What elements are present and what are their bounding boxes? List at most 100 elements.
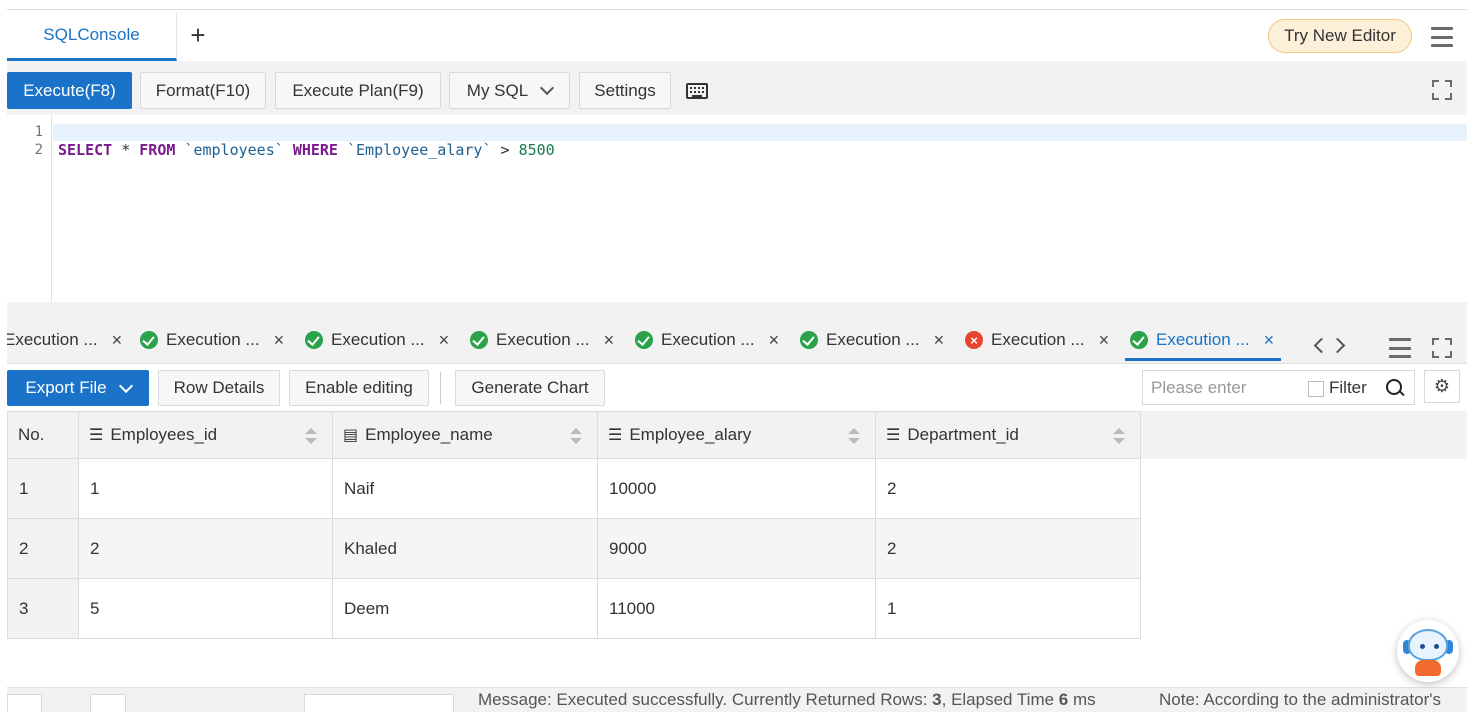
- table-cell[interactable]: Naif: [333, 459, 598, 519]
- code-line-2[interactable]: SELECT * FROM `employees` WHERE `Employe…: [58, 141, 555, 159]
- settings-button[interactable]: Settings: [579, 72, 671, 109]
- result-tab[interactable]: Execution ... ×: [305, 324, 449, 356]
- divider: [440, 372, 441, 404]
- result-tab-label: Execution ...: [331, 330, 425, 349]
- row-number: 2: [7, 519, 79, 579]
- execute-button[interactable]: Execute(F8): [7, 72, 132, 109]
- filter-checkbox[interactable]: [1308, 381, 1324, 397]
- table-row[interactable]: 2 2 Khaled 9000 2: [7, 519, 1141, 579]
- format-button[interactable]: Format(F10): [140, 72, 266, 109]
- chevron-down-icon: [540, 80, 555, 96]
- sort-icon[interactable]: [1113, 428, 1125, 444]
- result-tab[interactable]: × Execution ... ×: [965, 324, 1109, 356]
- column-header-label: No.: [18, 425, 45, 444]
- line-number: 2: [34, 142, 43, 158]
- result-tab-label: Execution ...: [7, 330, 98, 349]
- table-row[interactable]: 3 5 Deem 11000 1: [7, 579, 1141, 639]
- sort-icon[interactable]: [848, 428, 860, 444]
- column-header-employee-name[interactable]: ▤ Employee_name: [333, 411, 598, 459]
- text-icon: ▤: [343, 427, 359, 444]
- search-icon[interactable]: [1386, 379, 1404, 397]
- result-tab[interactable]: Execution ... ×: [470, 324, 614, 356]
- page-size-select[interactable]: [304, 694, 454, 712]
- close-icon[interactable]: ×: [112, 330, 123, 351]
- assistant-robot-icon[interactable]: [1397, 620, 1459, 682]
- execute-plan-button[interactable]: Execute Plan(F9): [275, 72, 441, 109]
- close-icon[interactable]: ×: [604, 330, 615, 351]
- filter-label: Filter: [1329, 378, 1367, 397]
- column-header-employees-id[interactable]: ☰ Employees_id: [79, 411, 333, 459]
- table-cell[interactable]: 5: [79, 579, 333, 639]
- tab-sqlconsole[interactable]: SQLConsole: [7, 12, 177, 61]
- result-tab-label: Execution ...: [166, 330, 260, 349]
- column-header-label: Employees_id: [110, 425, 218, 444]
- list-icon: ☰: [886, 427, 901, 444]
- success-icon: [140, 331, 158, 349]
- result-tab-label: Execution ...: [826, 330, 920, 349]
- close-icon[interactable]: ×: [439, 330, 450, 351]
- result-tab[interactable]: Execution ... ×: [7, 324, 122, 356]
- search-box: Filter: [1142, 370, 1415, 405]
- fullscreen-icon[interactable]: [1432, 80, 1452, 100]
- chevron-left-icon[interactable]: [1313, 337, 1330, 354]
- close-icon[interactable]: ×: [769, 330, 780, 351]
- export-file-button[interactable]: Export File: [7, 370, 149, 406]
- column-header-employee-alary[interactable]: ☰ Employee_alary: [598, 411, 876, 459]
- elapsed-label: , Elapsed Time: [941, 690, 1059, 709]
- sql-editor[interactable]: 1 2 SELECT * FROM `employees` WHERE `Emp…: [7, 115, 1467, 302]
- table-row[interactable]: 1 1 Naif 10000 2: [7, 459, 1141, 519]
- column-header-department-id[interactable]: ☰ Department_id: [876, 411, 1141, 459]
- fullscreen-icon[interactable]: [1432, 338, 1452, 358]
- table-cell[interactable]: 1: [876, 579, 1141, 639]
- table-cell[interactable]: 2: [79, 519, 333, 579]
- dialect-select[interactable]: My SQL: [449, 72, 570, 109]
- table-header: No. ☰ Employees_id ▤ Employee_name ☰ Emp…: [7, 411, 1467, 459]
- list-icon: ☰: [608, 427, 623, 444]
- close-icon[interactable]: ×: [274, 330, 285, 351]
- try-new-editor-button[interactable]: Try New Editor: [1268, 19, 1412, 53]
- status-message-text: Message: Executed successfully. Currentl…: [478, 690, 933, 709]
- result-tab-label: Execution ...: [1156, 330, 1250, 349]
- hamburger-menu-icon[interactable]: [1431, 26, 1453, 48]
- enable-editing-button[interactable]: Enable editing: [289, 370, 429, 406]
- sort-icon[interactable]: [570, 428, 582, 444]
- result-tab[interactable]: Execution ... ×: [635, 324, 779, 356]
- table-cell[interactable]: 9000: [598, 519, 876, 579]
- table-cell[interactable]: 1: [79, 459, 333, 519]
- close-icon[interactable]: ×: [934, 330, 945, 351]
- table-cell[interactable]: Deem: [333, 579, 598, 639]
- close-icon[interactable]: ×: [1099, 330, 1110, 351]
- table-cell[interactable]: 10000: [598, 459, 876, 519]
- hamburger-menu-icon[interactable]: [1389, 337, 1411, 359]
- result-tab-active[interactable]: Execution ... ×: [1130, 324, 1274, 356]
- row-number: 3: [7, 579, 79, 639]
- row-number: 1: [7, 459, 79, 519]
- table-cell[interactable]: 2: [876, 459, 1141, 519]
- dialect-value: My SQL: [466, 80, 529, 100]
- column-header-no[interactable]: No.: [7, 411, 79, 459]
- result-tab[interactable]: Execution ... ×: [800, 324, 944, 356]
- prev-page-button[interactable]: [7, 694, 42, 712]
- sql-console-app: SQLConsole + Try New Editor Execute(F8) …: [7, 9, 1467, 712]
- gear-icon[interactable]: ⚙: [1424, 370, 1460, 403]
- editor-toolbar: Execute(F8) Format(F10) Execute Plan(F9)…: [7, 61, 1467, 115]
- keyboard-icon[interactable]: [686, 83, 708, 99]
- add-tab-button[interactable]: +: [184, 20, 212, 50]
- chevron-right-icon[interactable]: [1329, 337, 1346, 354]
- success-icon: [305, 331, 323, 349]
- chevron-down-icon: [118, 378, 133, 393]
- close-icon[interactable]: ×: [1264, 330, 1275, 351]
- table-cell[interactable]: Khaled: [333, 519, 598, 579]
- next-page-button[interactable]: [90, 694, 126, 712]
- table-cell[interactable]: 2: [876, 519, 1141, 579]
- success-icon: [1130, 331, 1148, 349]
- row-details-button[interactable]: Row Details: [158, 370, 280, 406]
- keyword-where: WHERE: [292, 141, 338, 159]
- result-tab[interactable]: Execution ... ×: [140, 324, 284, 356]
- sort-icon[interactable]: [305, 428, 317, 444]
- search-input[interactable]: [1151, 377, 1301, 399]
- column-header-label: Employee_alary: [629, 425, 752, 444]
- table-cell[interactable]: 11000: [598, 579, 876, 639]
- number-literal: 8500: [518, 141, 555, 159]
- generate-chart-button[interactable]: Generate Chart: [455, 370, 605, 406]
